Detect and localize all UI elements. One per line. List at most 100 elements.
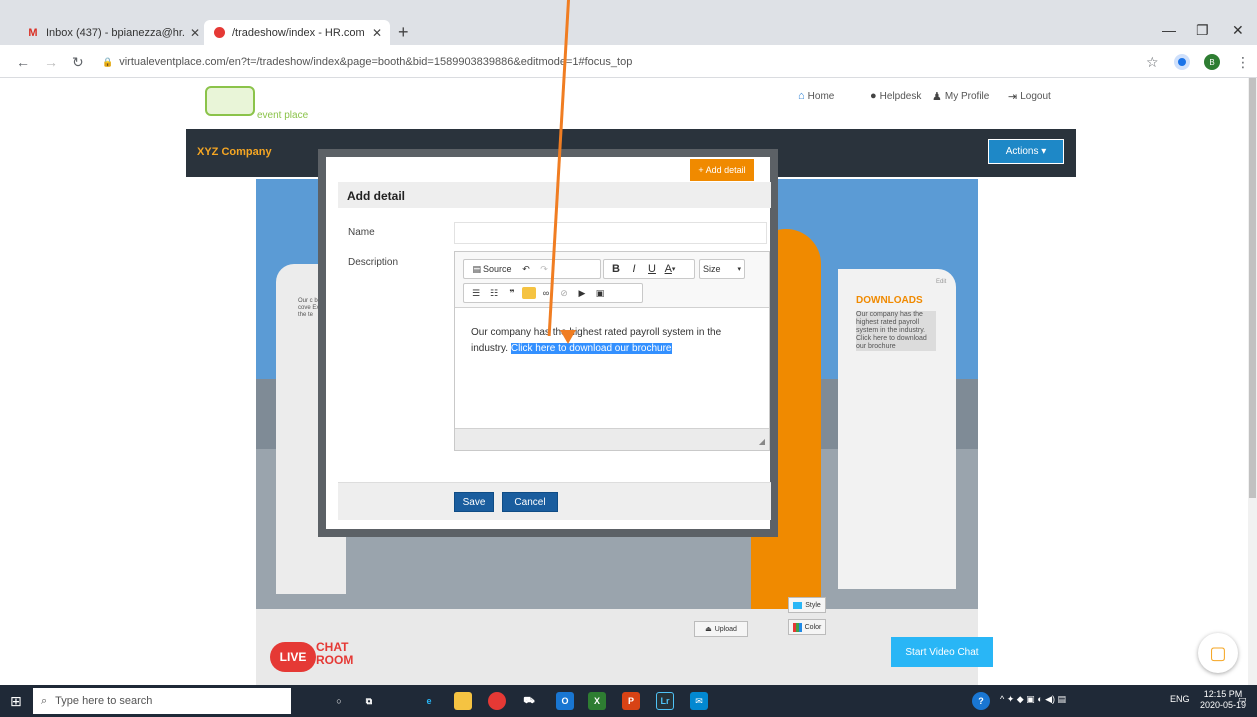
actions-button[interactable]: Actions ▾ — [988, 139, 1064, 164]
star-icon[interactable]: ☆ — [1146, 54, 1159, 71]
nav-helpdesk-label: Helpdesk — [879, 90, 922, 102]
language-indicator[interactable]: ENG — [1170, 694, 1190, 704]
editor-content[interactable]: Our company has the highest rated payrol… — [471, 325, 751, 357]
redo-icon[interactable]: ↷ — [536, 261, 552, 277]
editor-statusbar: ◢ — [455, 428, 769, 450]
new-tab-button[interactable]: + — [398, 22, 409, 43]
nav-logout-label: Logout — [1020, 91, 1051, 102]
nav-logout[interactable]: ⇥ Logout — [1008, 90, 1051, 103]
selected-link-text[interactable]: Click here to download our brochure — [510, 343, 672, 354]
save-button[interactable]: Save — [454, 492, 494, 512]
numbered-list-icon[interactable]: ☰ — [468, 285, 484, 301]
site-logo[interactable]: event place — [205, 86, 355, 126]
size-dropdown[interactable]: Size ▾ — [699, 259, 745, 279]
toolbar-group-source: ▤ Source ↶ ↷ — [463, 259, 601, 279]
search-icon: ⌕ — [41, 694, 48, 707]
toolbar-group-format: B I U A ▾ — [603, 259, 695, 279]
upload-button[interactable]: ⏏ Upload — [694, 621, 748, 637]
video-icon[interactable]: ▶ — [574, 285, 590, 301]
chat-bubble-icon[interactable]: ▢ — [1198, 633, 1238, 673]
help-icon[interactable]: ? — [972, 692, 990, 710]
excel-icon[interactable]: X — [588, 692, 606, 710]
booth-counter — [256, 609, 978, 685]
file-explorer-icon[interactable] — [454, 692, 472, 710]
site-icon — [212, 27, 226, 39]
bullet-list-icon[interactable]: ☷ — [486, 285, 502, 301]
nav-home[interactable]: ⌂ Home — [798, 90, 834, 102]
mail-icon[interactable]: ✉ — [690, 692, 708, 710]
downloads-title: DOWNLOADS — [856, 295, 923, 306]
resize-grip-icon[interactable]: ◢ — [759, 437, 765, 446]
edge-icon[interactable]: e — [420, 692, 438, 710]
menu-icon[interactable]: ⋮ — [1236, 54, 1250, 71]
logo-building-icon — [205, 86, 255, 116]
name-label: Name — [348, 227, 375, 238]
chevron-down-icon: ▾ — [671, 266, 676, 273]
tray-icons[interactable]: ^ ✦ ◆ ▣ ◐ ◀) ▤ — [1000, 694, 1066, 705]
cancel-button[interactable]: Cancel — [502, 492, 558, 512]
nav-helpdesk[interactable]: ● Helpdesk — [870, 90, 921, 102]
helpdesk-icon: ● — [870, 90, 877, 102]
profile-avatar[interactable]: B — [1204, 54, 1220, 70]
image-icon[interactable] — [522, 287, 536, 299]
nav-my-profile[interactable]: ♟ My Profile — [932, 90, 989, 103]
bold-button[interactable]: B — [608, 261, 624, 277]
tab-title: /tradeshow/index - HR.com — [232, 26, 365, 39]
maximize-icon[interactable]: ❐ — [1196, 22, 1209, 39]
reload-icon[interactable]: ↻ — [72, 54, 84, 71]
add-detail-button[interactable]: + Add detail — [690, 159, 754, 181]
start-video-chat-button[interactable]: Start Video Chat — [891, 637, 993, 667]
taskbar-search[interactable]: ⌕ Type here to search — [33, 688, 291, 714]
media-icon[interactable]: ▣ — [592, 285, 608, 301]
notifications-icon[interactable]: ▭ — [1238, 694, 1247, 705]
unlink-icon[interactable]: ⊘ — [556, 285, 572, 301]
windows-taskbar: ⊞ ⌕ Type here to search ○ ⧉ e ⛟ O X P Lr… — [0, 685, 1257, 717]
text-color-button[interactable]: A ▾ — [662, 261, 678, 277]
url-field[interactable]: 🔒 virtualeventplace.com/en?t=/tradeshow/… — [102, 51, 1122, 73]
outlook-icon[interactable]: O — [556, 692, 574, 710]
page-scrollbar[interactable] — [1248, 78, 1257, 685]
forward-icon[interactable]: → — [44, 54, 58, 70]
source-label: Source — [482, 264, 512, 274]
downloads-panel[interactable]: Edit DOWNLOADS Our company has the highe… — [838, 269, 956, 589]
dialog-body: Add detail Name Description ▤ Source ↶ ↷… — [326, 157, 771, 529]
tab-title: Inbox (437) - bpianezza@hr.com — [46, 26, 184, 39]
live-chat-room[interactable]: LIVE CHAT ROOM — [270, 638, 360, 674]
size-label: Size — [703, 264, 721, 274]
extension-icon[interactable] — [1174, 54, 1190, 70]
color-button[interactable]: Color — [788, 619, 826, 635]
cortana-icon[interactable]: ○ — [330, 692, 348, 710]
panel-edit-label[interactable]: Edit — [936, 279, 954, 289]
back-icon[interactable]: ← — [16, 54, 30, 70]
windows-start-icon[interactable]: ⊞ — [10, 693, 22, 710]
downloads-text[interactable]: Our company has the highest rated payrol… — [856, 311, 936, 351]
style-button[interactable]: Style — [788, 597, 826, 613]
name-input[interactable] — [454, 222, 767, 244]
tab-inbox[interactable]: M Inbox (437) - bpianezza@hr.com ✕ — [18, 20, 208, 45]
underline-button[interactable]: U — [644, 261, 660, 277]
tab-tradeshow[interactable]: /tradeshow/index - HR.com ✕ — [204, 20, 390, 45]
search-placeholder: Type here to search — [55, 695, 153, 707]
chrome-icon[interactable] — [488, 692, 506, 710]
dialog-footer: Save Cancel — [338, 482, 771, 520]
upload-icon: ⏏ — [705, 626, 712, 633]
italic-button[interactable]: I — [626, 261, 642, 277]
browser-tab-bar: M Inbox (437) - bpianezza@hr.com ✕ /trad… — [0, 0, 1257, 45]
powerpoint-icon[interactable]: P — [622, 692, 640, 710]
close-icon[interactable]: ✕ — [372, 26, 382, 40]
scrollbar-thumb[interactable] — [1249, 78, 1256, 498]
gmail-icon: M — [28, 26, 38, 39]
minimize-icon[interactable]: — — [1162, 22, 1176, 38]
close-window-icon[interactable]: ✕ — [1232, 22, 1244, 39]
logout-icon: ⇥ — [1008, 91, 1018, 103]
text-color-label: A — [664, 263, 672, 275]
source-button[interactable]: ▤ Source — [468, 261, 516, 277]
blockquote-icon[interactable]: ❞ — [504, 285, 520, 301]
close-icon[interactable]: ✕ — [190, 26, 200, 40]
store-icon[interactable]: ⛟ — [520, 692, 538, 710]
style-icon — [793, 601, 803, 609]
task-view-icon[interactable]: ⧉ — [360, 692, 378, 710]
color-label: Color — [804, 623, 822, 631]
lightroom-icon[interactable]: Lr — [656, 692, 674, 710]
undo-icon[interactable]: ↶ — [518, 261, 534, 277]
